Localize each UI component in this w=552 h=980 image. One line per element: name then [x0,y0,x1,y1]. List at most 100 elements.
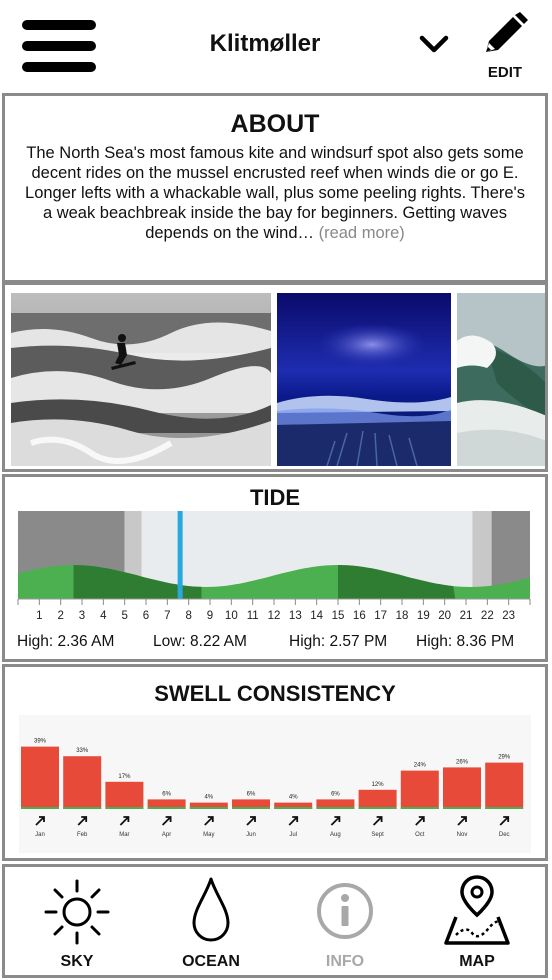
swell-bar-base [400,807,439,809]
tide-hour-label: 16 [353,610,366,622]
swell-month-label: Feb [77,832,88,838]
tide-hour-label: 7 [164,610,170,622]
tide-chart[interactable]: 1 2 3 4 5 6 7 8 9 10 11 12 13 14 15 16 17 18 19 20 21 22 23 [5,507,545,625]
tide-time-1: High: 2.36 AM [17,633,115,650]
tide-hour-label: 18 [396,610,409,622]
tide-hour-label: 14 [310,610,323,622]
nav-ocean-label: OCEAN [182,953,240,970]
about-heading: ABOUT [230,110,320,138]
swell-value-label: 6% [247,791,256,797]
swell-bar-base [485,807,524,809]
sun-icon [44,879,110,945]
tide-hour-label: 17 [374,610,387,622]
tide-hour-label: 13 [289,610,302,622]
tide-hour-label: 23 [502,610,515,622]
swell-month-label: Jan [35,832,45,838]
tide-band-dusk [472,511,492,599]
swell-bar-base [358,807,397,809]
swell-bar-base [274,807,313,809]
read-more-link[interactable]: (read more) [319,224,405,242]
swell-bar-base [189,807,228,809]
nav-map-label: MAP [459,953,495,970]
nav-sky[interactable]: SKY [17,867,137,975]
tide-time-3: High: 2.57 PM [289,633,388,650]
tide-hour-label: 22 [481,610,494,622]
swell-value-label: 33% [76,748,89,754]
map-pin-icon [444,875,510,945]
swell-bar-base [232,807,270,809]
swell-value-label: 4% [289,795,298,801]
swell-month-label: Nov [457,832,468,838]
swell-bar-base [147,807,186,809]
tide-time-2: Low: 8.22 AM [153,633,247,650]
tide-hour-label: 21 [460,610,473,622]
nav-info-label: INFO [325,953,365,970]
swell-bar-base [105,807,144,809]
swell-bar-base [443,807,481,809]
swell-bar [105,781,144,809]
app-header: Klitmøller EDIT [0,0,552,92]
swell-month-label: Dec [499,832,510,838]
tide-hour-label: 9 [207,610,213,622]
tide-panel: TIDE 1 2 3 4 5 6 7 8 9 10 11 12 13 14 15 16 17 18 19 20 21 22… [2,474,548,662]
tide-hour-label: 11 [247,610,259,622]
tide-hour-label: 4 [100,610,107,622]
nav-map[interactable]: MAP [417,867,537,975]
tide-hour-label: 5 [121,610,127,622]
gallery-photo-surfer[interactable] [11,293,271,466]
swell-bar [358,789,397,809]
swell-value-label: 24% [414,763,427,769]
swell-bar [21,746,59,809]
swell-month-label: Jun [246,832,256,838]
swell-panel: SWELL CONSISTENCY 39% Jan 33% Feb 17% Mar 6% Ap… [2,664,548,861]
edit-label: EDIT [487,64,523,81]
swell-bar [443,767,481,809]
swell-month-label: May [203,832,214,838]
swell-value-label: 26% [456,759,469,765]
tide-hour-label: 8 [185,610,191,622]
spot-title: Klitmøller [209,30,321,57]
tide-hour-label: 6 [143,610,149,622]
nav-info[interactable]: INFO [285,867,405,975]
nav-sky-label: SKY [60,953,94,970]
swell-value-label: 17% [118,774,131,780]
swell-value-label: 39% [34,739,47,745]
swell-month-label: Jul [289,832,297,838]
tide-hour-label: 15 [332,610,345,622]
swell-value-label: 12% [372,782,385,788]
pencil-icon [486,12,528,52]
tide-hour-label: 10 [225,610,238,622]
swell-month-label: Aug [330,832,341,838]
swell-chart: 39% Jan 33% Feb 17% Mar 6% Apr 4% May 6% Jun 4% Jul 6%… [19,715,531,853]
swell-bar [63,756,102,809]
tide-hour-label: 19 [417,610,430,622]
swell-bar [400,770,439,809]
tide-time-4: High: 8.36 PM [416,633,515,650]
info-icon [317,883,373,939]
about-description: The North Sea's most famous kite and win… [25,144,525,242]
photo-gallery[interactable] [2,282,548,472]
edit-button[interactable]: EDIT [480,12,530,82]
swell-month-label: Sept [371,832,384,838]
gallery-photo-storm[interactable] [277,293,451,466]
about-panel: ABOUT The North Sea's most famous kite a… [2,93,548,283]
swell-bar-base [63,807,102,809]
nav-ocean[interactable]: OCEAN [151,867,271,975]
swell-month-label: Oct [415,832,425,838]
tide-hour-label: 1 [36,610,42,622]
gallery-photo-wave[interactable] [457,293,545,466]
swell-bar [485,762,524,809]
swell-value-label: 29% [498,755,511,761]
water-drop-icon [192,877,230,942]
tide-hour-label: 20 [438,610,451,622]
about-text: The North Sea's most famous kite and win… [5,139,545,243]
swell-heading: SWELL CONSISTENCY [154,681,396,706]
swell-bar-base [21,807,59,809]
chevron-down-icon[interactable] [418,30,450,58]
swell-value-label: 6% [331,791,340,797]
swell-value-label: 4% [204,795,213,801]
tide-hour-label: 2 [57,610,63,622]
tide-hour-label: 12 [268,610,281,622]
tide-now-marker [177,511,183,599]
swell-bar-base [316,807,355,809]
